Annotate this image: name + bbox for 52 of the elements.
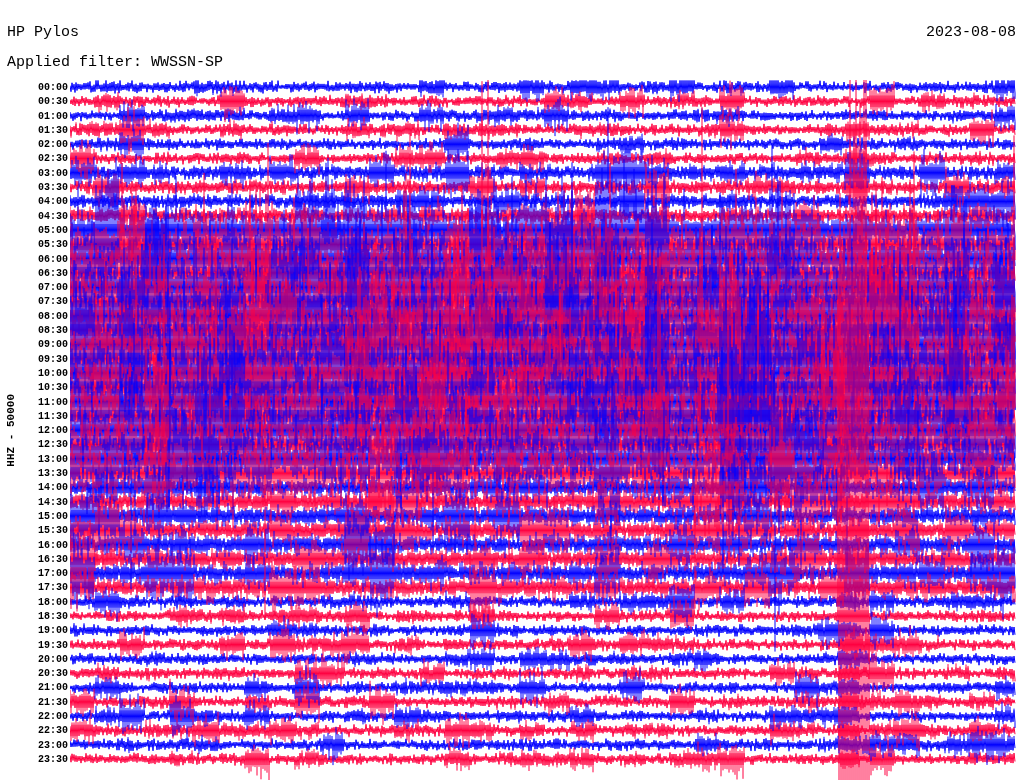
- filter-label: Applied filter: WWSSN-SP: [7, 54, 224, 71]
- time-label: 11:00: [37, 395, 69, 410]
- time-label: 13:00: [37, 452, 69, 467]
- time-label: 12:00: [37, 424, 69, 439]
- time-label: 05:30: [37, 238, 69, 253]
- time-label: 07:30: [37, 295, 69, 310]
- time-label: 06:30: [37, 266, 69, 281]
- time-label: 16:00: [37, 538, 69, 553]
- time-label: 13:30: [37, 467, 69, 481]
- time-label: 22:30: [37, 724, 69, 739]
- time-label: 19:30: [37, 638, 69, 653]
- time-label: 10:30: [37, 381, 69, 396]
- time-label: 10:00: [37, 366, 69, 381]
- time-label: 21:00: [37, 681, 69, 696]
- time-label: 20:00: [37, 652, 69, 667]
- time-label: 17:30: [37, 581, 69, 596]
- time-label: 05:00: [37, 223, 69, 238]
- time-label: 00:30: [37, 95, 69, 110]
- time-label: 09:00: [37, 338, 69, 353]
- time-label: 18:00: [37, 595, 69, 610]
- time-label: 14:30: [37, 495, 69, 510]
- time-label: 09:30: [37, 352, 69, 367]
- time-label: 08:00: [37, 309, 69, 324]
- time-label: 19:00: [37, 624, 69, 639]
- time-label: 14:00: [37, 481, 69, 496]
- time-label: 17:00: [37, 567, 69, 582]
- time-label: 12:30: [37, 438, 69, 453]
- date-label: 2023-08-08: [926, 23, 1016, 43]
- time-label: 03:00: [37, 166, 69, 181]
- time-label: 22:00: [37, 710, 69, 725]
- time-label: 21:30: [37, 695, 69, 710]
- time-label: 18:30: [37, 610, 69, 624]
- time-label: 01:30: [37, 123, 69, 138]
- time-label: 15:00: [37, 509, 69, 524]
- time-label: 02:30: [37, 152, 69, 167]
- time-label: 23:30: [37, 752, 69, 767]
- time-label: 04:30: [37, 209, 69, 224]
- station-title: HP Pylos: [7, 23, 79, 43]
- time-label: 00:00: [37, 81, 69, 95]
- time-label: 23:00: [37, 738, 69, 753]
- time-label: 03:30: [37, 181, 69, 196]
- time-label: 04:00: [37, 195, 69, 210]
- time-label: 01:00: [37, 109, 69, 124]
- channel-label: HHZ - 50000: [3, 393, 18, 467]
- time-label: 02:00: [37, 138, 69, 153]
- time-label: 11:30: [37, 409, 69, 424]
- time-label: 06:00: [37, 252, 69, 267]
- time-label: 07:00: [37, 281, 69, 296]
- time-label: 16:30: [37, 552, 69, 567]
- time-label: 15:30: [37, 524, 69, 539]
- time-label: 08:30: [37, 324, 69, 339]
- time-label: 20:30: [37, 667, 69, 682]
